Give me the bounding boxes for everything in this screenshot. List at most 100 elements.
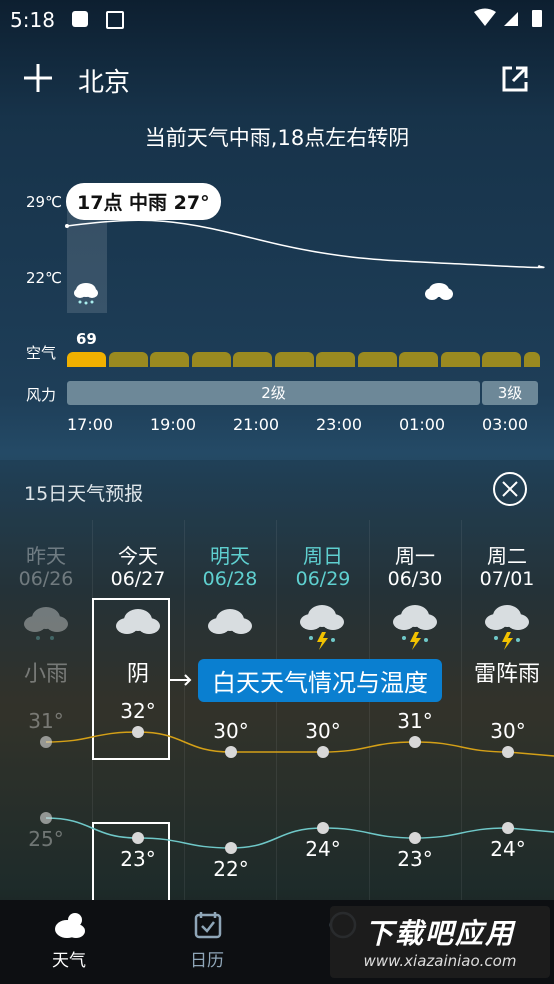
low-temp-point xyxy=(40,812,52,824)
aqi-bar-current xyxy=(67,352,106,367)
high-temp-label: 30° xyxy=(213,719,248,743)
current-point xyxy=(65,224,69,228)
aqi-value: 69 xyxy=(76,330,97,348)
tab-weather[interactable]: 天气 xyxy=(0,900,138,984)
aqi-bar xyxy=(441,352,480,367)
high-temp-label: 30° xyxy=(305,719,340,743)
a-icon xyxy=(106,11,124,29)
forecast-icons xyxy=(24,605,529,650)
cloud-icon xyxy=(425,283,453,300)
low-temp-label: 25° xyxy=(28,827,63,851)
calendar-icon xyxy=(194,912,222,939)
city-name[interactable]: 北京 xyxy=(78,62,130,99)
time-label: 21:00 xyxy=(233,415,280,434)
thunderstorm-icon xyxy=(300,605,344,650)
aqi-bars xyxy=(67,352,540,368)
share-icon xyxy=(502,66,528,92)
aqi-bar xyxy=(524,352,540,367)
wind-level-2: 3级 xyxy=(497,384,523,402)
day-name: 周二 xyxy=(487,544,527,568)
wind-bar-2: 3级 xyxy=(482,381,538,405)
day-name: 明天 xyxy=(210,544,250,568)
high-temp-point xyxy=(132,726,144,738)
aqi-bar xyxy=(482,352,521,367)
condition-label: 小雨 xyxy=(23,662,68,687)
wifi-icon xyxy=(474,8,496,26)
status-time: 5:18 xyxy=(10,8,55,32)
thunderstorm-icon xyxy=(393,605,437,650)
callout-label: 白天天气情况与温度 xyxy=(198,659,442,702)
high-temp-label: 30° xyxy=(490,719,525,743)
thunderstorm-icon xyxy=(485,605,529,650)
high-temp-point xyxy=(502,746,514,758)
air-label: 空气 xyxy=(26,344,57,362)
low-temp-label: 22° xyxy=(213,857,248,881)
high-temp-point xyxy=(225,746,237,758)
day-date: 06/29 xyxy=(295,568,351,590)
low-temp-line xyxy=(45,817,554,849)
low-temp-point xyxy=(409,832,421,844)
high-temp-line xyxy=(45,731,554,757)
close-button[interactable] xyxy=(492,471,527,506)
condition-label: 雷阵雨 xyxy=(473,662,540,687)
watermark-logo: 下载吧应用 www.xiazainiao.com xyxy=(330,906,550,978)
hourly-temp-line xyxy=(66,219,545,269)
hour-tooltip: 17点 中雨 27° xyxy=(66,183,221,220)
aqi-bar xyxy=(109,352,148,367)
wind-level-1: 2级 xyxy=(261,384,286,402)
plus-icon xyxy=(24,64,52,92)
low-temp-point xyxy=(132,832,144,844)
aqi-bar xyxy=(399,352,438,367)
forecast-title: 15日天气预报 xyxy=(24,483,144,505)
weather-summary: 当前天气中雨,18点左右转阴 xyxy=(144,126,410,150)
signal-icon xyxy=(504,12,518,26)
battery-icon xyxy=(532,10,542,27)
add-city-button[interactable] xyxy=(22,62,54,94)
time-label: 23:00 xyxy=(316,415,363,434)
day-date: 07/01 xyxy=(479,568,535,590)
notification-icon xyxy=(72,11,88,27)
day-name: 昨天 xyxy=(26,544,66,568)
low-temp-label: 24° xyxy=(305,837,340,861)
time-label: 03:00 xyxy=(482,415,529,434)
day-date: 06/28 xyxy=(202,568,258,590)
day-date: 06/30 xyxy=(387,568,443,590)
aqi-bar xyxy=(358,352,397,367)
low-temp-point xyxy=(225,842,237,854)
high-temp-point xyxy=(40,736,52,748)
callout-arrow xyxy=(170,674,192,686)
low-temp-point xyxy=(502,822,514,834)
high-temp-label: 32° xyxy=(120,700,155,723)
time-label: 01:00 xyxy=(399,415,446,434)
high-temp-point xyxy=(317,746,329,758)
tab-label: 日历 xyxy=(190,951,224,971)
status-bar: 5:18 xyxy=(0,0,554,38)
status-icons xyxy=(474,8,542,27)
close-icon xyxy=(493,472,527,506)
wind-bar-1: 2级 xyxy=(67,381,480,405)
callout-text: 白天天气情况与温度 xyxy=(212,669,428,697)
aqi-bar xyxy=(192,352,231,367)
tab-calendar[interactable]: 日历 xyxy=(138,900,276,984)
light-rain-icon xyxy=(24,607,68,640)
day-date: 06/27 xyxy=(110,568,166,590)
low-temp-label: 23° xyxy=(397,847,432,871)
cloudy-icon xyxy=(208,609,252,634)
day-date: 06/26 xyxy=(18,568,74,590)
aqi-bar xyxy=(275,352,314,367)
app-bar: 北京 xyxy=(0,48,554,112)
day-name: 今天 xyxy=(118,544,158,568)
tab-label: 天气 xyxy=(52,951,86,971)
day-name: 周日 xyxy=(303,544,343,568)
low-temp-label: 23° xyxy=(120,847,155,871)
low-temp-label: 24° xyxy=(490,837,525,861)
time-label: 19:00 xyxy=(150,415,197,434)
wind-label: 风力 xyxy=(26,386,57,404)
share-button[interactable] xyxy=(500,64,530,94)
tooltip-text: 17点 中雨 27° xyxy=(77,192,210,214)
day-name: 周一 xyxy=(395,544,435,568)
weather-tab-icon xyxy=(55,913,85,938)
aqi-bar xyxy=(150,352,189,367)
aqi-bar xyxy=(233,352,272,367)
aqi-bar xyxy=(316,352,355,367)
